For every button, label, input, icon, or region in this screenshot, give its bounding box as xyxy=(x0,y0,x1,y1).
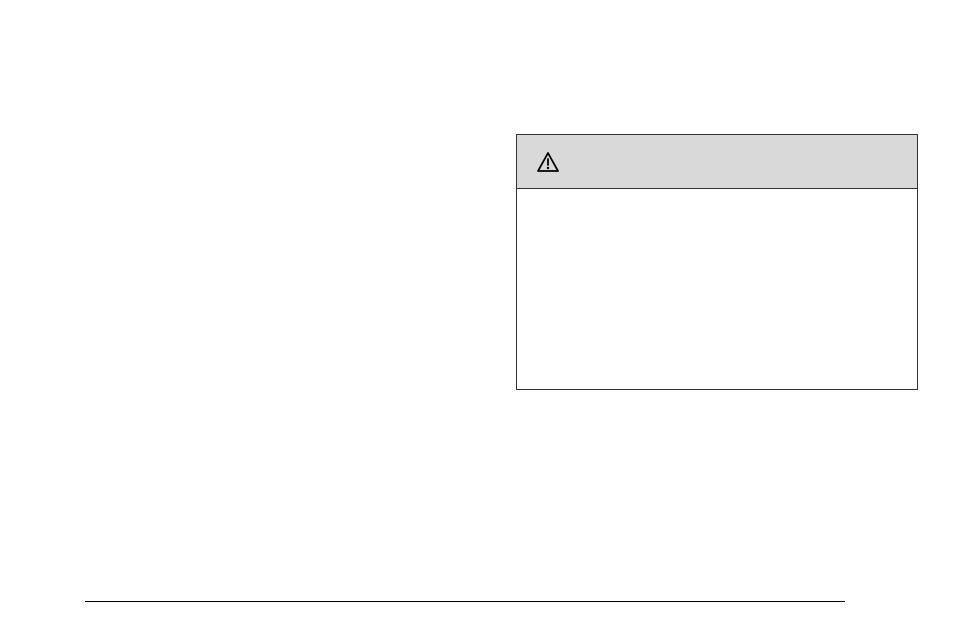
warning-body-text xyxy=(517,189,917,213)
document-page xyxy=(0,0,954,636)
warning-callout-box xyxy=(516,134,918,390)
warning-callout-header xyxy=(517,135,917,189)
footer-divider xyxy=(85,601,845,602)
warning-triangle-icon xyxy=(537,152,559,172)
